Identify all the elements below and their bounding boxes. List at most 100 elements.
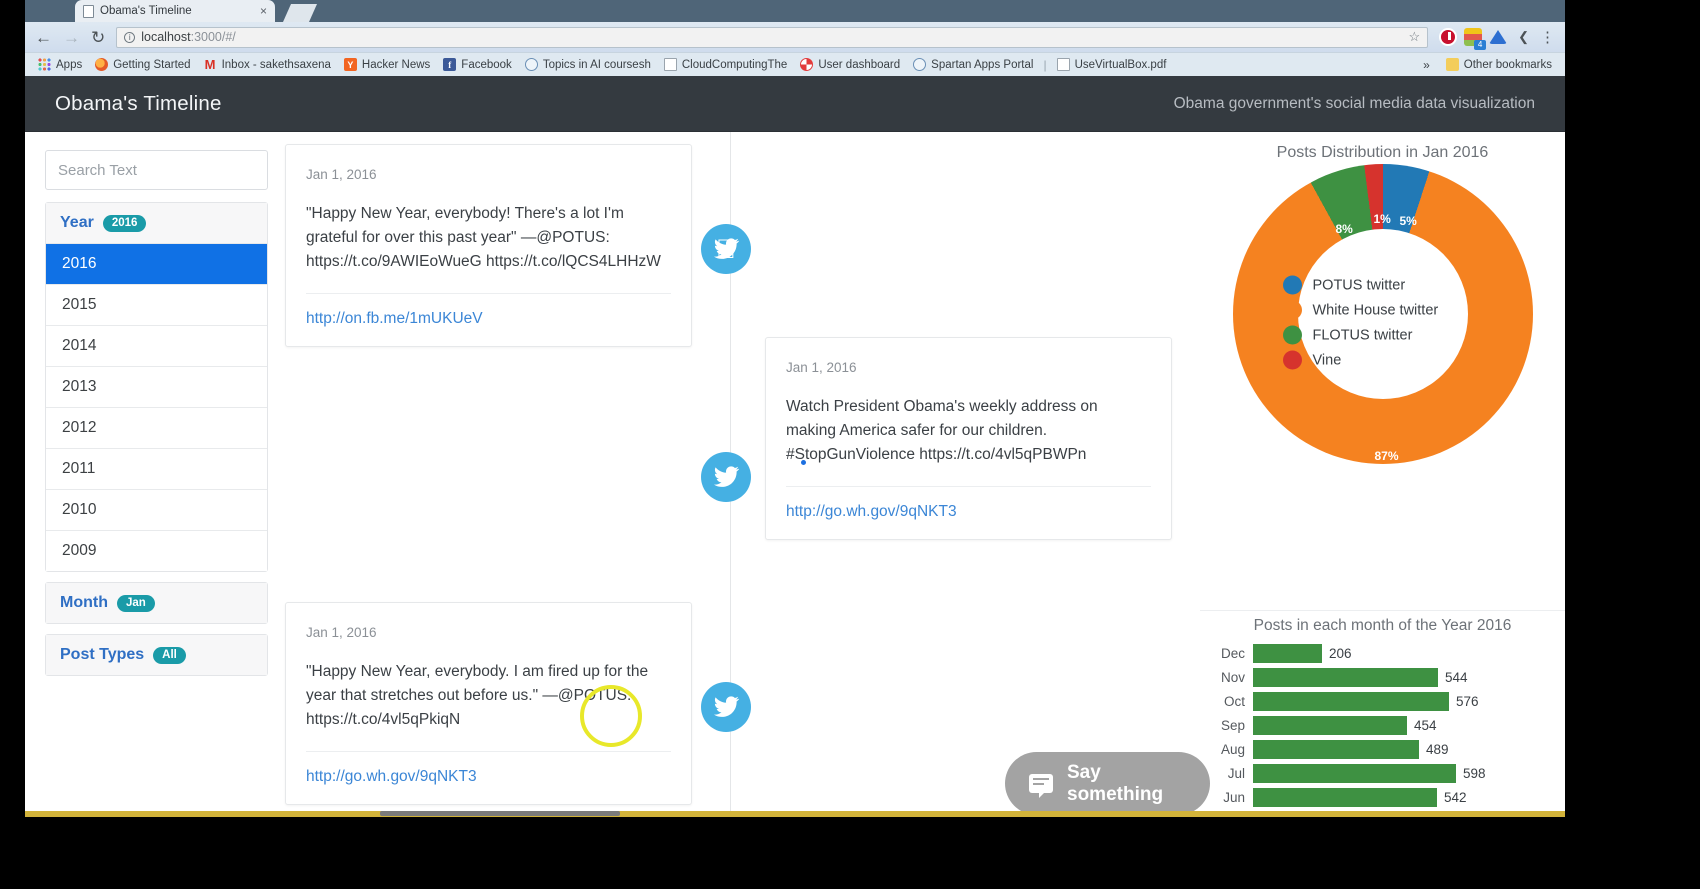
timeline-post-card[interactable]: Jan 1, 2016 Watch President Obama's week… [765, 337, 1172, 540]
address-bar[interactable]: i localhost:3000/#/ ☆ [116, 26, 1429, 48]
filters-sidebar: Year 2016 2016 2015 2014 2013 2012 2011 … [45, 150, 268, 676]
extension-icons [1439, 28, 1508, 50]
bar-chart-row: Sep 454 [1200, 713, 1565, 737]
bookmark-item-spartan-apps[interactable]: Spartan Apps Portal [908, 56, 1038, 73]
reload-button[interactable]: ↻ [91, 29, 105, 46]
bar-chart-row: Aug 489 [1200, 737, 1565, 761]
browser-menu-icon[interactable]: ⋮ [1540, 28, 1555, 46]
address-path: :3000/#/ [190, 30, 236, 44]
bar-category-label: Jul [1227, 765, 1245, 781]
legend-label: Vine [1312, 351, 1342, 368]
legend-label: FLOTUS twitter [1312, 326, 1413, 343]
forward-button[interactable]: → [63, 29, 80, 46]
close-icon[interactable]: × [260, 5, 267, 17]
bar-fill[interactable] [1252, 690, 1450, 712]
bookmark-item-facebook[interactable]: f Facebook [438, 56, 517, 73]
screen-root: Obama's Timeline × ← → ↻ i localhost:300… [0, 0, 1700, 889]
month-filter-panel: Month Jan [45, 582, 268, 624]
post-types-filter-header[interactable]: Post Types All [46, 635, 267, 675]
year-item-2014[interactable]: 2014 [46, 326, 267, 367]
bookmark-item-cloudcomputing[interactable]: CloudComputingThe [659, 56, 792, 73]
post-text: "Happy New Year, everybody! There's a lo… [306, 205, 661, 270]
twitter-icon:  [701, 224, 751, 274]
bar-chart-row: Dec 206 [1200, 641, 1565, 665]
chat-bubble-icon [1029, 774, 1053, 798]
atom-icon [524, 58, 538, 71]
year-item-2010[interactable]: 2010 [46, 490, 267, 531]
bar-fill[interactable] [1252, 786, 1438, 808]
donut-slice-label-vine: 1% [1373, 212, 1391, 226]
legend-item[interactable]: Vine [1282, 350, 1483, 370]
bookmark-label: CloudComputingThe [681, 58, 788, 71]
address-bar-text: localhost:3000/#/ [141, 30, 236, 44]
bar-category-label: Sep [1220, 717, 1245, 733]
opera-vpn-extension-icon[interactable] [1439, 28, 1458, 46]
colorzilla-extension-icon[interactable] [1464, 28, 1487, 50]
post-divider [786, 486, 1151, 487]
bookmark-item-user-dashboard[interactable]: User dashboard [795, 56, 905, 73]
page-bottom-accent [25, 811, 1565, 817]
bar-fill[interactable] [1252, 642, 1323, 664]
bookmark-label: Hacker News [361, 58, 431, 71]
legend-color-swatch [1282, 300, 1302, 320]
year-list: 2016 2015 2014 2013 2012 2011 2010 2009 [46, 244, 267, 571]
post-date: Jan 1, 2016 [786, 360, 857, 375]
year-item-2011[interactable]: 2011 [46, 449, 267, 490]
bookmark-label: Facebook [461, 58, 512, 71]
bookmark-item-apps[interactable]: Apps [33, 56, 87, 73]
year-item-2015[interactable]: 2015 [46, 285, 267, 326]
atom-icon [913, 58, 927, 71]
year-item-2013[interactable]: 2013 [46, 367, 267, 408]
bookmark-item-inbox[interactable]: M Inbox - sakethsaxena [199, 56, 336, 73]
year-item-2012[interactable]: 2012 [46, 408, 267, 449]
donut-slice-label-potus: 5% [1399, 214, 1417, 228]
bookmark-item-topics-in-ai[interactable]: Topics in AI coursesh [520, 56, 656, 73]
bar-category-label: Dec [1220, 645, 1245, 661]
timeline-post-card[interactable]: Jan 1, 2016 "Happy New Year, everybody! … [285, 144, 692, 347]
bookmark-label: Apps [56, 58, 83, 71]
cursor-highlight-ring [580, 685, 642, 747]
bookmark-star-icon[interactable]: ☆ [1408, 29, 1420, 45]
browser-toolbar: ← → ↻ i localhost:3000/#/ ☆ ❮ ⋮ [25, 22, 1565, 52]
other-bookmarks-button[interactable]: Other bookmarks [1441, 56, 1557, 73]
say-something-button[interactable]: Say something [1005, 752, 1210, 811]
year-item-2009[interactable]: 2009 [46, 531, 267, 571]
new-tab-button[interactable] [283, 4, 317, 22]
post-link[interactable]: http://go.wh.gov/9qNKT3 [306, 768, 671, 786]
search-input[interactable] [45, 150, 268, 190]
bar-fill[interactable] [1252, 738, 1420, 760]
bar-category-label: Aug [1220, 741, 1245, 757]
bookmark-label: Getting Started [113, 58, 191, 71]
legend-item[interactable]: White House twitter [1282, 300, 1483, 320]
year-filter-header[interactable]: Year 2016 [46, 203, 267, 244]
browser-tab[interactable]: Obama's Timeline × [75, 0, 275, 22]
legend-label: POTUS twitter [1312, 276, 1406, 293]
legend-item[interactable]: FLOTUS twitter [1282, 325, 1483, 345]
bar-chart-row: Jun 542 [1200, 785, 1565, 809]
bookmark-item-usevirtualbox[interactable]: UseVirtualBox.pdf [1052, 56, 1172, 73]
share-icon[interactable]: ❮ [1518, 29, 1529, 45]
year-item-2016[interactable]: 2016 [46, 244, 267, 285]
bar-chart-rows: Dec 206 Nov 544 Oct 576 Sep 454 Aug 489 Jul 598 Jun 5… [1200, 641, 1565, 811]
bar-fill[interactable] [1252, 762, 1457, 784]
bar-fill[interactable] [1252, 714, 1408, 736]
bookmarks-overflow-icon[interactable]: » [1415, 58, 1438, 72]
site-info-icon[interactable]: i [124, 31, 136, 43]
plugin-extension-icon[interactable] [1489, 30, 1508, 44]
bar-value-label: 206 [1329, 645, 1352, 661]
bookmark-item-hacker-news[interactable]: Y Hacker News [339, 56, 435, 73]
bar-value-label: 598 [1463, 765, 1486, 781]
back-button[interactable]: ← [35, 29, 52, 46]
month-filter-header[interactable]: Month Jan [46, 583, 267, 623]
bar-fill[interactable] [1252, 666, 1439, 688]
bar-chart-row: Jul 598 [1200, 761, 1565, 785]
horizontal-scrollbar-thumb[interactable] [380, 811, 620, 816]
post-date: Jan 1, 2016 [306, 625, 377, 640]
tab-favicon-icon [83, 4, 94, 18]
post-link[interactable]: http://on.fb.me/1mUKUeV [306, 310, 671, 328]
donut-slice-label-flotus: 8% [1335, 222, 1353, 236]
bookmark-item-getting-started[interactable]: Getting Started [90, 56, 195, 73]
app-body: Year 2016 2016 2015 2014 2013 2012 2011 … [25, 132, 1565, 811]
legend-item[interactable]: POTUS twitter [1282, 275, 1483, 295]
post-link[interactable]: http://go.wh.gov/9qNKT3 [786, 503, 1151, 521]
